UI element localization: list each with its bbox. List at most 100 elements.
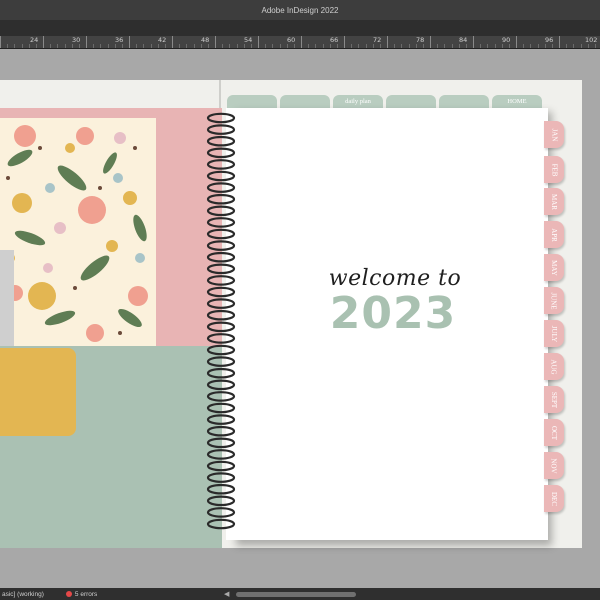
ruler-minor-tick	[222, 44, 224, 48]
ruler-tick	[43, 36, 44, 48]
horizontal-scrollbar[interactable]	[236, 592, 356, 597]
top-tab[interactable]	[280, 95, 330, 109]
ruler-minor-tick	[380, 44, 381, 48]
month-tab-nov[interactable]: NOV	[544, 452, 564, 479]
spiral-ring	[206, 112, 236, 124]
ruler-minor-tick	[523, 44, 525, 48]
month-tab-july[interactable]: JULY	[544, 320, 564, 347]
ruler-minor-tick	[509, 44, 510, 48]
ruler-tick	[387, 36, 388, 48]
ruler-tick	[215, 36, 216, 48]
dotted-paper-strip[interactable]	[0, 250, 14, 346]
ruler-minor-tick	[423, 44, 424, 48]
month-tab-aug[interactable]: AUG	[544, 353, 564, 380]
ruler-minor-tick	[308, 44, 310, 48]
month-tab-label: APR	[550, 227, 558, 242]
spiral-ring	[206, 147, 236, 159]
ruler-minor-tick	[251, 44, 252, 48]
top-tab[interactable]	[386, 95, 436, 109]
ruler-minor-tick	[272, 44, 274, 48]
ruler-label: 48	[201, 36, 210, 44]
ruler-label: 42	[158, 36, 167, 44]
month-tab-label: DEC	[550, 491, 558, 506]
spiral-ring	[206, 414, 236, 425]
ruler-label: 72	[373, 36, 382, 44]
spiral-ring	[206, 518, 236, 530]
ruler-minor-tick	[21, 44, 23, 48]
ruler-minor-tick	[365, 44, 367, 48]
month-tab-june[interactable]: JUNE	[544, 287, 564, 314]
ruler-minor-tick	[50, 44, 52, 48]
ruler-minor-tick	[329, 44, 331, 48]
spiral-binding	[206, 112, 236, 530]
ruler-label: 102	[585, 36, 598, 44]
ruler-minor-tick	[57, 44, 59, 48]
toolbar	[0, 20, 600, 36]
ruler-minor-tick	[157, 44, 159, 48]
month-tab-oct[interactable]: OCT	[544, 419, 564, 446]
spiral-ring	[206, 217, 236, 228]
ruler-minor-tick	[36, 44, 37, 48]
ruler-minor-tick	[208, 44, 209, 48]
top-tab[interactable]	[439, 95, 489, 109]
month-tab-mar[interactable]: MAR	[544, 188, 564, 215]
scroll-left-arrow-icon[interactable]: ◀	[224, 590, 229, 598]
top-tab[interactable]	[227, 95, 277, 109]
ruler-minor-tick	[466, 44, 467, 48]
spiral-ring	[206, 159, 236, 170]
spiral-ring	[206, 170, 236, 182]
ruler-minor-tick	[595, 44, 596, 48]
ruler-minor-tick	[444, 44, 446, 48]
ruler-label: 96	[545, 36, 554, 44]
ruler-minor-tick	[294, 44, 295, 48]
month-tab-jan[interactable]: JAN	[544, 121, 564, 148]
ruler-minor-tick	[415, 44, 417, 48]
floral-pattern-paper[interactable]	[0, 118, 156, 346]
month-tab-dec[interactable]: DEC	[544, 485, 564, 512]
ruler-minor-tick	[487, 44, 489, 48]
ruler-minor-tick	[186, 44, 188, 48]
ruler-label: 78	[416, 36, 425, 44]
top-tab-home[interactable]: HOME	[492, 95, 542, 109]
top-tab-daily-plan[interactable]: daily plan	[333, 95, 383, 109]
ruler-minor-tick	[315, 44, 317, 48]
month-tab-sept[interactable]: SEPT	[544, 386, 564, 413]
ruler-label: 24	[30, 36, 39, 44]
month-tab-label: OCT	[550, 425, 558, 440]
spiral-ring	[206, 193, 236, 205]
horizontal-ruler[interactable]: 24 30 36 42 48 54 60 66 72 78 84 90 96 1…	[0, 36, 600, 49]
ruler-minor-tick	[279, 44, 281, 48]
month-tab-label: SEPT	[550, 391, 558, 408]
spiral-ring	[206, 309, 236, 321]
spiral-ring	[206, 379, 236, 391]
spiral-ring	[206, 321, 236, 333]
ruler-minor-tick	[165, 44, 166, 48]
spiral-ring	[206, 240, 236, 251]
ruler-minor-tick	[394, 44, 396, 48]
year-heading[interactable]: 2023	[318, 288, 468, 339]
ruler-tick	[559, 36, 560, 48]
month-tab-label: MAY	[549, 259, 558, 276]
month-tab-feb[interactable]: FEB	[544, 156, 564, 183]
error-indicator-icon	[65, 591, 72, 597]
document-status[interactable]: asic] (working)	[2, 591, 44, 598]
month-tab-label: FEB	[550, 163, 558, 176]
ruler-minor-tick	[494, 44, 496, 48]
spiral-ring	[206, 251, 236, 263]
ruler-label: 90	[502, 36, 511, 44]
spiral-ring	[206, 402, 236, 414]
month-tab-may[interactable]: MAY	[544, 254, 564, 281]
spiral-ring	[206, 205, 236, 217]
yellow-tag[interactable]	[0, 348, 76, 436]
month-tab-label: JULY	[549, 325, 558, 342]
ruler-minor-tick	[143, 44, 145, 48]
ruler-minor-tick	[179, 44, 181, 48]
month-tab-apr[interactable]: APR	[544, 221, 564, 248]
spiral-ring	[206, 437, 236, 449]
errors-count[interactable]: 5 errors	[75, 591, 97, 598]
spiral-ring	[206, 425, 236, 437]
ruler-minor-tick	[580, 44, 582, 48]
ruler-minor-tick	[437, 44, 439, 48]
ruler-minor-tick	[200, 44, 202, 48]
ruler-label: 36	[115, 36, 124, 44]
